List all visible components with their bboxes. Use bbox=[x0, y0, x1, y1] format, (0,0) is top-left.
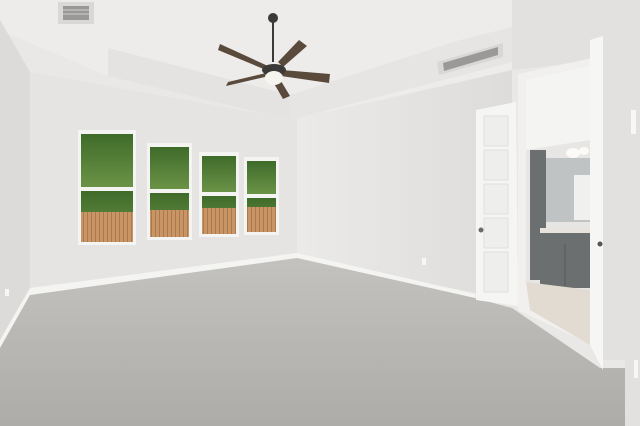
bedroom-door[interactable] bbox=[476, 102, 518, 306]
bathroom-doorway bbox=[518, 58, 592, 345]
closet-door-knob[interactable] bbox=[597, 241, 603, 247]
closet-door[interactable] bbox=[590, 36, 603, 370]
air-vent-left bbox=[58, 2, 94, 24]
door-knob[interactable] bbox=[478, 227, 484, 233]
window-1 bbox=[78, 130, 136, 245]
bedroom-photo bbox=[0, 0, 640, 426]
window-4 bbox=[244, 157, 279, 235]
window-3 bbox=[199, 152, 239, 237]
window-2 bbox=[147, 143, 192, 240]
